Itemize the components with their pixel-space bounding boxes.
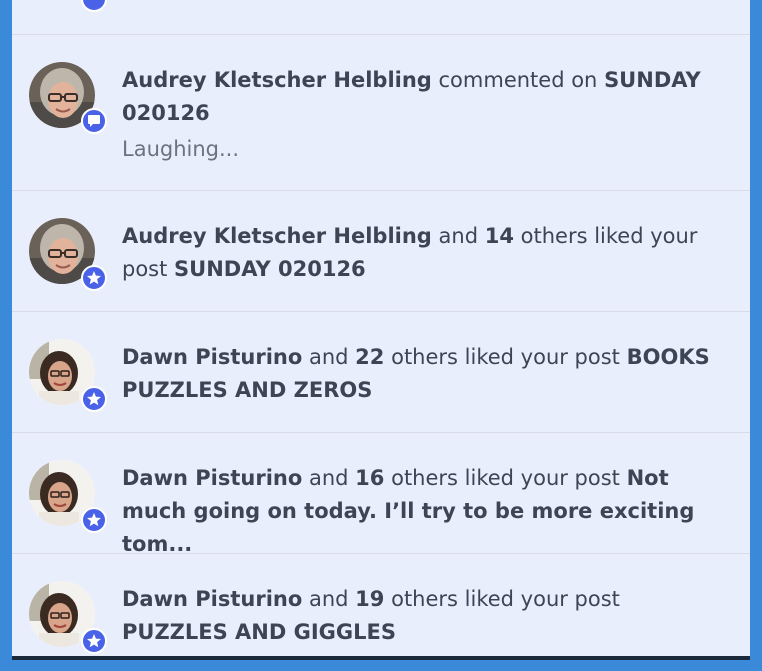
actor-name[interactable]: Audrey Kletscher Helbling <box>122 68 432 92</box>
action-text: others liked your post <box>391 466 620 490</box>
star-icon <box>87 392 101 406</box>
notification-text: Dawn Pisturino and 16 others liked your … <box>122 466 695 556</box>
star-icon <box>87 513 101 527</box>
action-text: others liked your post <box>391 345 620 369</box>
notification-item[interactable]: Audrey Kletscher Helbling commented on S… <box>12 34 750 191</box>
others-count: 22 <box>355 345 385 369</box>
notification-text: Dawn Pisturino and 19 others liked your … <box>122 587 620 644</box>
notification-text: Audrey Kletscher Helbling and 14 others … <box>122 224 698 281</box>
actor-name[interactable]: Dawn Pisturino <box>122 466 302 490</box>
star-icon <box>87 634 101 648</box>
action-text: commented on <box>438 68 598 92</box>
window-frame: Audrey Kletscher Helbling commented on S… <box>0 0 762 671</box>
actor-name[interactable]: Audrey Kletscher Helbling <box>122 224 432 248</box>
notification-item[interactable]: Dawn Pisturino and 16 others liked your … <box>12 432 750 556</box>
comment-badge <box>81 108 107 134</box>
star-icon <box>87 271 101 285</box>
actor-name[interactable]: Dawn Pisturino <box>122 587 302 611</box>
action-text: others liked your post <box>391 587 620 611</box>
post-title[interactable]: SUNDAY 020126 <box>174 257 366 281</box>
like-badge <box>81 265 107 291</box>
notification-item[interactable]: Dawn Pisturino and 19 others liked your … <box>12 553 750 656</box>
others-count: 19 <box>355 587 385 611</box>
notification-item[interactable]: Dawn Pisturino and 22 others liked your … <box>12 311 750 433</box>
bottom-divider <box>12 656 750 660</box>
notifications-panel: Audrey Kletscher Helbling commented on S… <box>12 0 750 656</box>
notification-text: Audrey Kletscher Helbling commented on S… <box>122 64 732 130</box>
comment-snippet: Laughing... <box>122 137 240 161</box>
actor-name[interactable]: Dawn Pisturino <box>122 345 302 369</box>
partial-badge <box>81 0 107 12</box>
like-badge <box>81 507 107 533</box>
post-title[interactable]: PUZZLES AND GIGGLES <box>122 620 396 644</box>
others-count: 16 <box>355 466 385 490</box>
others-count: 14 <box>484 224 514 248</box>
comment-icon <box>88 115 100 127</box>
notification-text: Dawn Pisturino and 22 others liked your … <box>122 345 710 402</box>
like-badge <box>81 386 107 412</box>
notification-item[interactable]: Audrey Kletscher Helbling and 14 others … <box>12 190 750 312</box>
like-badge <box>81 628 107 654</box>
